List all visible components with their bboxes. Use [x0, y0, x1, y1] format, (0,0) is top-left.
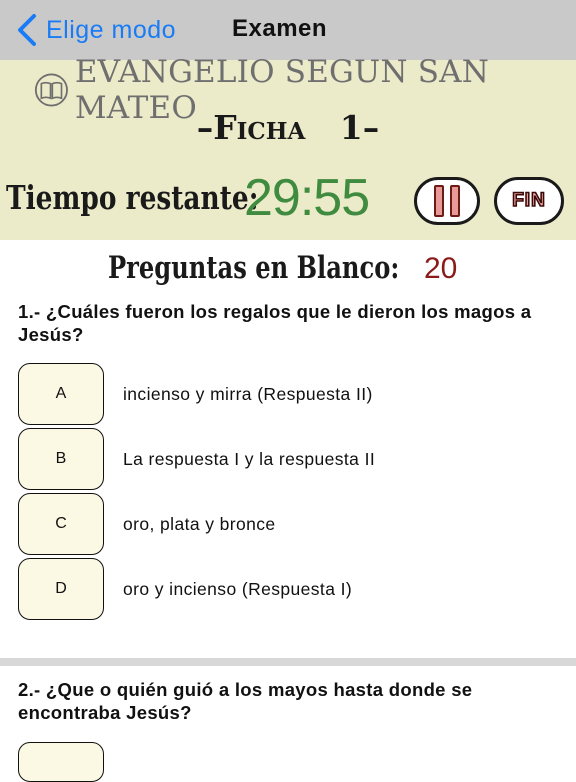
chevron-left-icon	[18, 14, 36, 46]
question-divider	[0, 658, 576, 666]
navigation-bar: Elige modo Examen	[0, 0, 576, 60]
option-d-text: oro y incienso (Respuesta I)	[123, 578, 353, 599]
question-1-option-a[interactable]: A incienso y mirra (Respuesta II)	[18, 363, 558, 425]
question-1-option-b[interactable]: B La respuesta I y la respuesta II	[18, 428, 558, 490]
question-1-option-d[interactable]: D oro y incienso (Respuesta I)	[18, 558, 558, 620]
option-a-button[interactable]: A	[18, 363, 104, 425]
timer-label: Tiempo restante:	[6, 178, 259, 217]
ficha-number: 1	[339, 108, 363, 147]
option-c-text: oro, plata y bronce	[123, 513, 276, 534]
book-icon	[34, 73, 68, 107]
option-b-text: La respuesta I y la respuesta II	[123, 448, 376, 469]
pause-icon-bar	[450, 185, 460, 217]
option-d-button[interactable]: D	[18, 558, 104, 620]
option-a-text: incienso y mirra (Respuesta II)	[123, 383, 373, 404]
question-2-text: 2.- ¿Que o quién guió a los mayos hasta …	[18, 679, 473, 723]
nav-title: Examen	[232, 15, 328, 42]
option-b-button[interactable]: B	[18, 428, 104, 490]
finish-button[interactable]: FIN	[494, 177, 564, 225]
question-2-option-a-button[interactable]	[18, 742, 104, 782]
blank-questions-label: Preguntas en Blanco:	[108, 250, 400, 286]
exam-header: EVANGELIO SEGUN SAN MATEO –Ficha 1– Tiem…	[0, 54, 576, 240]
back-button[interactable]: Elige modo	[14, 12, 176, 48]
question-1-text: 1.- ¿Cuáles fueron los regalos que le di…	[18, 301, 532, 345]
question-1-option-c[interactable]: C oro, plata y bronce	[18, 493, 558, 555]
book-title: EVANGELIO SEGUN SAN MATEO	[34, 54, 576, 126]
pause-button[interactable]	[414, 177, 480, 225]
ficha-title: –Ficha 1–	[0, 108, 576, 147]
finish-button-label: FIN	[511, 189, 546, 212]
timer-value: 29:55	[244, 169, 370, 227]
ficha-label: Ficha	[213, 108, 306, 147]
ficha-dash-right: –	[362, 108, 380, 147]
ficha-dash-left: –	[196, 108, 214, 147]
option-c-button[interactable]: C	[18, 493, 104, 555]
back-button-label: Elige modo	[46, 15, 177, 44]
pause-icon	[434, 185, 444, 217]
blank-questions-count: 20	[424, 252, 458, 285]
